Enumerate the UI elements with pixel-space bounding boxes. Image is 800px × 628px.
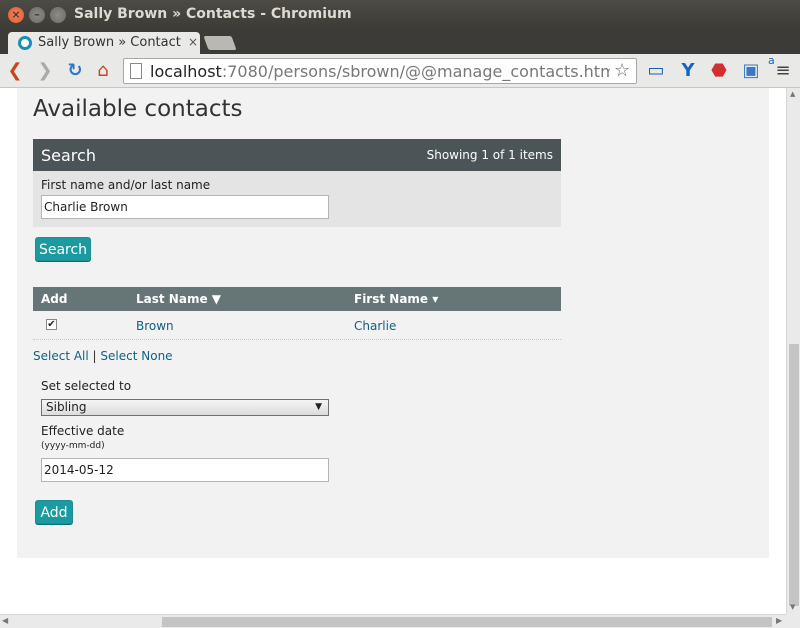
select-all-link[interactable]: Select All	[33, 349, 89, 363]
extension-y-icon[interactable]: Y	[677, 60, 699, 82]
results-count: Showing 1 of 1 items	[426, 148, 553, 162]
relationship-select[interactable]: Sibling ▼	[41, 399, 329, 416]
screenshot-icon[interactable]: ▣	[740, 60, 762, 82]
horizontal-scroll-thumb[interactable]	[162, 617, 772, 627]
scroll-left-icon[interactable]: ◀	[2, 616, 8, 625]
column-first-name[interactable]: First Name ▾	[354, 292, 438, 306]
scroll-up-icon[interactable]: ▲	[790, 90, 795, 98]
dropdown-arrow-icon: ▼	[315, 402, 322, 412]
page-icon	[130, 63, 142, 79]
tab-title: Sally Brown » Contact	[38, 35, 181, 50]
cast-icon[interactable]: ▭	[645, 60, 667, 82]
selection-links: Select All | Select None	[33, 349, 173, 363]
home-icon[interactable]: ⌂	[92, 60, 114, 82]
scroll-down-icon[interactable]: ▼	[790, 603, 795, 611]
results-header: Add Last Name ▼ First Name ▾	[33, 287, 561, 311]
table-row: ✔ Brown Charlie	[33, 311, 561, 340]
set-selected-label: Set selected to	[41, 379, 132, 393]
results-table: Add Last Name ▼ First Name ▾ ✔ Brown Cha…	[33, 287, 561, 340]
forward-icon[interactable]: ❯	[34, 60, 56, 82]
select-none-link[interactable]: Select None	[100, 349, 172, 363]
vertical-scrollbar[interactable]: ▲ ▼	[786, 88, 800, 614]
adblock-icon[interactable]: ⬣	[708, 60, 730, 82]
add-checkbox[interactable]: ✔	[46, 319, 57, 330]
window-close-button[interactable]: ×	[8, 7, 24, 23]
search-header: Search Showing 1 of 1 items	[33, 139, 561, 171]
back-icon[interactable]: ❮	[4, 60, 26, 82]
scrollbar-corner	[786, 614, 800, 628]
browser-toolbar: ❮ ❯ ↻ ⌂ localhost:7080/persons/sbrown/@@…	[0, 54, 800, 88]
tab-close-icon[interactable]: ×	[188, 35, 198, 49]
date-format-hint: (yyyy-mm-dd)	[41, 441, 105, 451]
search-button[interactable]: Search	[35, 237, 91, 261]
window-maximize-button[interactable]	[50, 7, 66, 23]
new-tab-button[interactable]	[203, 36, 237, 50]
page-title: Available contacts	[33, 96, 243, 122]
scroll-right-icon[interactable]: ▶	[776, 616, 782, 625]
effective-date-label: Effective date	[41, 424, 125, 438]
horizontal-scrollbar[interactable]: ◀ ▶	[0, 614, 786, 628]
bookmark-star-icon[interactable]: ☆	[614, 60, 630, 81]
add-button[interactable]: Add	[35, 500, 73, 524]
window-titlebar: × – Sally Brown » Contacts - Chromium	[0, 0, 800, 30]
menu-icon[interactable]: ≡	[772, 60, 794, 82]
vertical-scroll-thumb[interactable]	[789, 344, 799, 606]
link-separator: |	[92, 349, 97, 363]
window-minimize-button[interactable]: –	[29, 7, 45, 23]
name-search-input[interactable]	[41, 195, 329, 219]
reload-icon[interactable]: ↻	[64, 60, 86, 82]
column-last-name[interactable]: Last Name ▼	[136, 292, 221, 306]
column-add: Add	[41, 292, 68, 306]
search-panel: Search Showing 1 of 1 items First name a…	[33, 139, 561, 227]
window-title: Sally Brown » Contacts - Chromium	[74, 6, 352, 22]
search-title: Search	[41, 146, 96, 165]
first-name-link[interactable]: Charlie	[354, 319, 396, 333]
tab-strip: Sally Brown » Contact ×	[0, 30, 800, 54]
effective-date-input[interactable]	[41, 458, 329, 482]
browser-tab[interactable]: Sally Brown » Contact ×	[8, 32, 200, 54]
favicon-icon	[18, 36, 32, 50]
url-text[interactable]: localhost:7080/persons/sbrown/@@manage_c…	[150, 62, 610, 81]
address-bar[interactable]: localhost:7080/persons/sbrown/@@manage_c…	[123, 58, 637, 84]
page-viewport: Available contacts Search Showing 1 of 1…	[0, 88, 786, 614]
relationship-value: Sibling	[46, 400, 87, 414]
last-name-link[interactable]: Brown	[136, 319, 174, 333]
name-field-label: First name and/or last name	[41, 178, 211, 192]
